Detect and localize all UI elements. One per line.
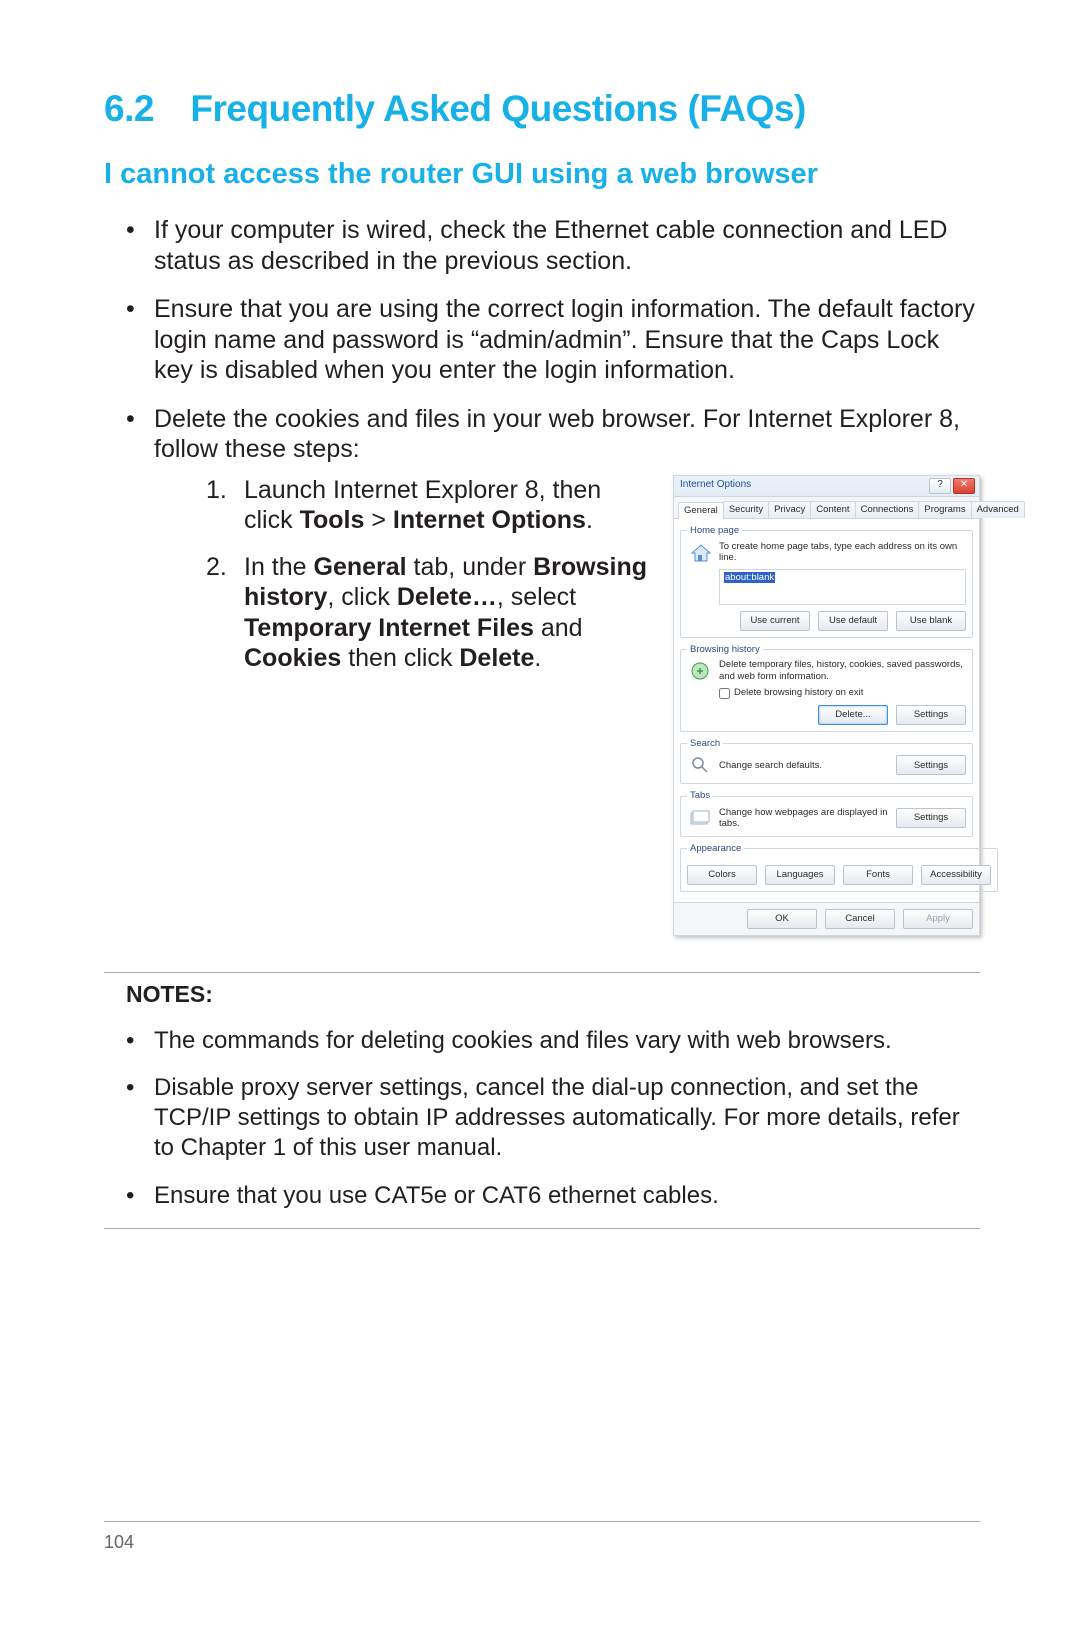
step-text: . [534, 644, 541, 672]
use-current-button[interactable]: Use current [740, 611, 810, 631]
step-text: . [586, 506, 593, 534]
group-tabs: Tabs Change how webpages are displayed i… [680, 790, 973, 837]
tab-general[interactable]: General [678, 502, 724, 520]
checkbox-input[interactable] [719, 688, 730, 699]
delete-button[interactable]: Delete... [818, 705, 888, 725]
group-appearance: Appearance Colors Languages Fonts Access… [680, 843, 998, 892]
notes-heading: NOTES: [126, 981, 980, 1008]
apply-button[interactable]: Apply [903, 909, 973, 929]
tab-content[interactable]: Content [810, 501, 855, 519]
step-text: and [534, 614, 583, 642]
separator [104, 972, 980, 973]
step-bold: Tools [300, 506, 365, 534]
step: Launch Internet Explorer 8, then click T… [206, 475, 655, 536]
checkbox-label: Delete browsing history on exit [734, 687, 863, 699]
document-page: 6.2 Frequently Asked Questions (FAQs) I … [0, 0, 1080, 1229]
page-number: 104 [104, 1532, 134, 1552]
faq-bullet-text: Delete the cookies and files in your web… [154, 405, 960, 464]
tab-connections[interactable]: Connections [855, 501, 920, 519]
tabs-icon [687, 806, 713, 830]
step-text: then click [341, 644, 459, 672]
page-footer: 104 [104, 1521, 980, 1553]
dialog-body: Home page To create home page tabs, type… [674, 519, 979, 901]
search-text: Change search defaults. [719, 760, 890, 771]
group-legend: Appearance [687, 843, 744, 855]
group-legend: Home page [687, 525, 742, 537]
accessibility-button[interactable]: Accessibility [921, 865, 991, 885]
dialog-title: Internet Options [680, 479, 751, 491]
tabs-settings-button[interactable]: Settings [896, 808, 966, 828]
search-icon [687, 753, 713, 777]
step-bold: Delete… [397, 583, 497, 611]
home-page-value: about:blank [724, 572, 775, 583]
close-button[interactable]: ✕ [953, 478, 975, 494]
delete-on-exit-checkbox[interactable]: Delete browsing history on exit [719, 687, 966, 699]
step-text: > [364, 506, 393, 534]
note-item: The commands for deleting cookies and fi… [126, 1026, 980, 1056]
group-home-page: Home page To create home page tabs, type… [680, 525, 973, 638]
search-settings-button[interactable]: Settings [896, 755, 966, 775]
cancel-button[interactable]: Cancel [825, 909, 895, 929]
step-text: tab, under [407, 553, 533, 581]
step-bold: Delete [459, 644, 534, 672]
use-default-button[interactable]: Use default [818, 611, 888, 631]
history-icon [687, 659, 713, 683]
faq-question: I cannot access the router GUI using a w… [104, 158, 980, 191]
step-text: , click [327, 583, 396, 611]
dialog-tabs: General Security Privacy Content Connect… [674, 497, 979, 520]
note-item: Ensure that you use CAT5e or CAT6 ethern… [126, 1181, 980, 1211]
history-settings-button[interactable]: Settings [896, 705, 966, 725]
steps-and-dialog: Launch Internet Explorer 8, then click T… [154, 475, 980, 936]
faq-bullet: If your computer is wired, check the Eth… [126, 215, 980, 276]
faq-bullet: Ensure that you are using the correct lo… [126, 294, 980, 386]
home-page-textarea[interactable]: about:blank [719, 569, 966, 605]
tab-programs[interactable]: Programs [918, 501, 971, 519]
section-heading: 6.2 Frequently Asked Questions (FAQs) [104, 88, 980, 130]
faq-bullet: Delete the cookies and files in your web… [126, 404, 980, 936]
step: In the General tab, under Browsing histo… [206, 552, 655, 674]
internet-options-dialog: Internet Options ? ✕ General Security Pr… [673, 475, 980, 936]
group-legend: Search [687, 738, 723, 750]
note-item: Disable proxy server settings, cancel th… [126, 1073, 980, 1162]
help-button[interactable]: ? [929, 478, 951, 494]
steps-list: Launch Internet Explorer 8, then click T… [206, 475, 655, 936]
separator [104, 1228, 980, 1229]
home-icon [687, 541, 713, 565]
step-bold: Temporary Internet Files [244, 614, 534, 642]
dialog-titlebar: Internet Options ? ✕ [674, 476, 979, 497]
tab-advanced[interactable]: Advanced [971, 501, 1025, 519]
group-legend: Tabs [687, 790, 713, 802]
group-legend: Browsing history [687, 644, 763, 656]
dialog-footer: OK Cancel Apply [674, 902, 979, 935]
tab-privacy[interactable]: Privacy [768, 501, 811, 519]
step-bold: Cookies [244, 644, 341, 672]
step-text: In the [244, 553, 314, 581]
fonts-button[interactable]: Fonts [843, 865, 913, 885]
titlebar-buttons: ? ✕ [929, 478, 975, 494]
step-text: , select [497, 583, 576, 611]
languages-button[interactable]: Languages [765, 865, 835, 885]
group-search: Search Change search defaults. Settings [680, 738, 973, 785]
notes-list: The commands for deleting cookies and fi… [126, 1026, 980, 1211]
use-blank-button[interactable]: Use blank [896, 611, 966, 631]
faq-bullet-list: If your computer is wired, check the Eth… [126, 215, 980, 936]
tabs-text: Change how webpages are displayed in tab… [719, 807, 890, 830]
group-browsing-history: Browsing history Delete temporary files,… [680, 644, 973, 732]
history-text: Delete temporary files, history, cookies… [719, 659, 966, 682]
step-bold: Internet Options [393, 506, 586, 534]
tab-security[interactable]: Security [723, 501, 769, 519]
step-bold: General [314, 553, 407, 581]
colors-button[interactable]: Colors [687, 865, 757, 885]
home-page-text: To create home page tabs, type each addr… [719, 541, 966, 564]
ok-button[interactable]: OK [747, 909, 817, 929]
